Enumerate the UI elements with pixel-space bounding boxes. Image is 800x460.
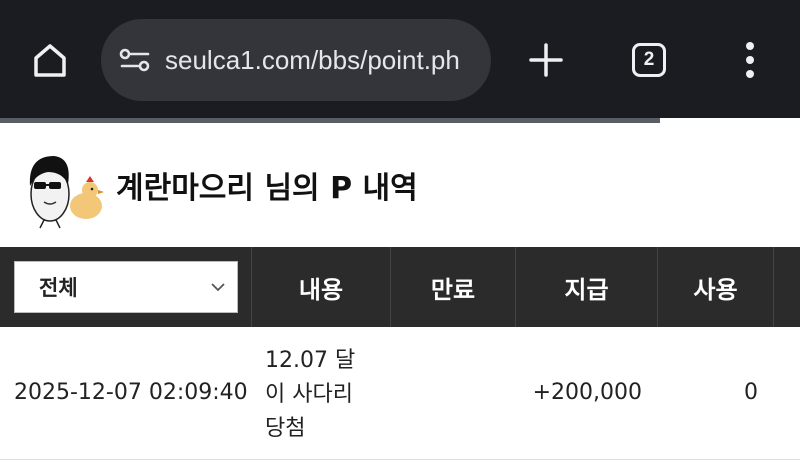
row-used: 0 xyxy=(744,380,758,405)
browser-toolbar: seulca1.com/bbs/point.ph 2 xyxy=(0,0,800,118)
column-header-paid: 지급 xyxy=(515,247,657,327)
column-header-expiry: 만료 xyxy=(390,247,515,327)
browser-menu-button[interactable] xyxy=(726,36,774,84)
column-header-content: 내용 xyxy=(251,247,390,327)
new-tab-button[interactable] xyxy=(522,36,570,84)
page-load-strip xyxy=(0,118,660,123)
more-vert-icon xyxy=(746,42,754,78)
row-paid: +200,000 xyxy=(532,380,642,405)
table-header: 전체 내용 만료 지급 사용 xyxy=(0,247,800,327)
row-content-line: 당첨 xyxy=(265,416,306,441)
row-date: 2025-12-07 02:09:40 xyxy=(14,380,248,405)
user-avatar xyxy=(29,156,104,229)
filter-select[interactable]: 전체 xyxy=(14,261,238,313)
page-title: 계란마으리 님의 P 내역 xyxy=(116,171,418,206)
tab-switcher-icon: 2 xyxy=(632,43,666,77)
column-header-spacer xyxy=(773,247,800,327)
tab-switcher-button[interactable]: 2 xyxy=(625,36,673,84)
address-bar[interactable]: seulca1.com/bbs/point.ph xyxy=(101,19,491,101)
url-text[interactable]: seulca1.com/bbs/point.ph xyxy=(165,45,485,76)
filter-selected-value: 전체 xyxy=(39,276,78,300)
table-row: 2025-12-07 02:09:40 12.07 달 이 사다리 당첨 +20… xyxy=(0,327,800,460)
home-button[interactable] xyxy=(26,36,74,84)
row-content: 12.07 달 이 사다리 당첨 xyxy=(265,344,380,446)
site-settings-icon[interactable] xyxy=(117,42,153,78)
row-content-line: 이 사다리 xyxy=(265,382,353,407)
chevron-down-icon xyxy=(211,283,225,292)
column-header-used: 사용 xyxy=(657,247,773,327)
home-icon xyxy=(34,44,66,77)
plus-icon xyxy=(529,43,563,77)
row-content-line: 12.07 달 xyxy=(265,348,356,373)
